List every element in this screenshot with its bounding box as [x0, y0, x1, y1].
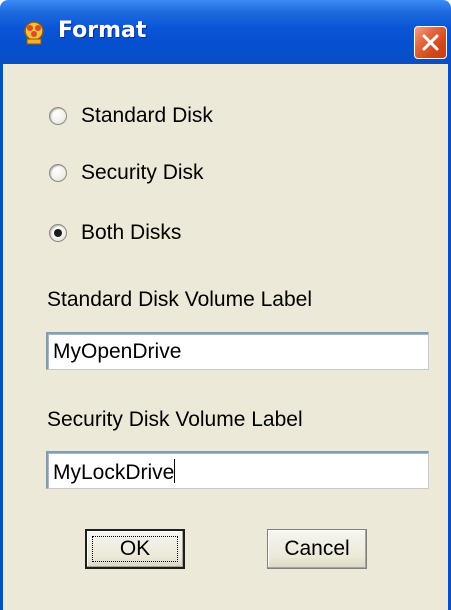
security-volume-label-value: MyLockDrive — [53, 461, 175, 484]
dialog-body: Standard Disk Security Disk Both Disks S… — [0, 64, 451, 610]
radio-standard-disk[interactable]: Standard Disk — [49, 101, 213, 131]
radio-label: Standard Disk — [81, 104, 213, 127]
title-bar[interactable]: Format — [0, 0, 451, 64]
standard-volume-label-value: MyOpenDrive — [53, 340, 182, 363]
radio-button[interactable] — [49, 164, 67, 182]
text-caret — [174, 459, 176, 483]
focus-ring — [92, 536, 178, 562]
app-flower-icon — [22, 20, 46, 46]
standard-volume-label-input[interactable]: MyOpenDrive — [46, 332, 429, 370]
window-title: Format — [58, 18, 147, 43]
standard-volume-label-caption: Standard Disk Volume Label — [47, 288, 312, 311]
ok-button[interactable]: OK — [85, 529, 185, 569]
radio-security-disk[interactable]: Security Disk — [49, 158, 204, 188]
close-button[interactable] — [414, 26, 447, 59]
radio-both-disks[interactable]: Both Disks — [49, 218, 181, 248]
radio-label: Security Disk — [81, 161, 204, 184]
radio-label: Both Disks — [81, 221, 182, 244]
cancel-button[interactable]: Cancel — [267, 529, 367, 569]
cancel-button-label: Cancel — [284, 537, 350, 560]
format-dialog: Format Standard Disk Security Disk Both … — [0, 0, 451, 610]
security-volume-label-input[interactable]: MyLockDrive — [46, 451, 429, 489]
radio-button[interactable] — [49, 107, 67, 125]
security-volume-label-caption: Security Disk Volume Label — [47, 408, 303, 431]
radio-button-selected[interactable] — [49, 224, 67, 242]
